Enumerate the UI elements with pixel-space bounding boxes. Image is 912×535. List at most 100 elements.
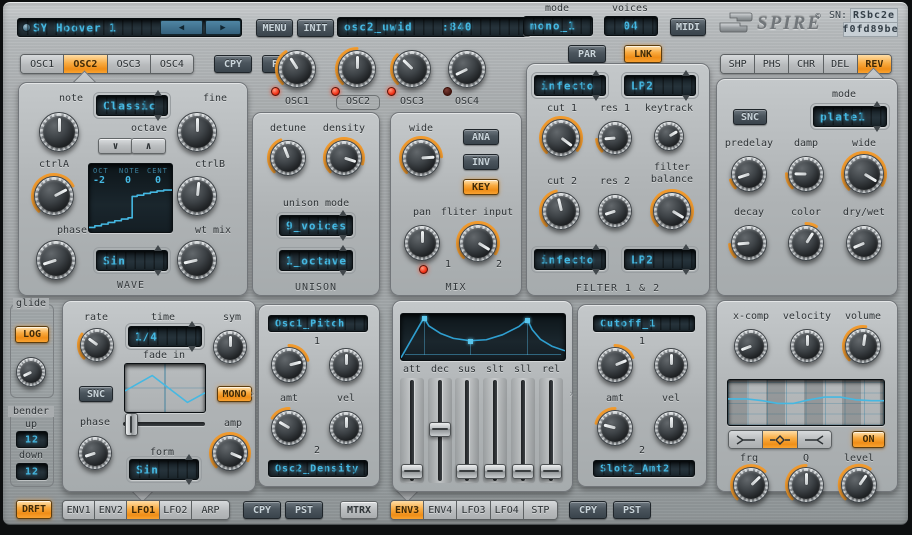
q-knob[interactable] — [784, 463, 828, 507]
slot2-amt2-knob[interactable] — [593, 406, 637, 450]
slot2-dest2-display[interactable]: Slot2_Amt2 — [593, 460, 695, 477]
fine-knob[interactable] — [173, 108, 221, 156]
drift-button[interactable]: DRFT — [16, 500, 52, 519]
mixer-osc1-knob[interactable] — [274, 46, 320, 92]
drywet-knob[interactable] — [842, 221, 886, 265]
tab-arp[interactable]: ARP — [191, 501, 229, 519]
slot1-vel1-knob[interactable] — [325, 344, 367, 386]
lfo-form-up-icon[interactable] — [185, 450, 193, 460]
filter2-type-up-icon[interactable] — [592, 240, 600, 250]
decay-slider[interactable] — [428, 378, 452, 483]
cut2-knob[interactable] — [538, 188, 584, 234]
filter2-shape-down-icon[interactable] — [682, 269, 690, 279]
eq-on-button[interactable]: ON — [852, 431, 885, 448]
unison-octave-select[interactable]: 1_octave — [279, 250, 353, 271]
eq-highshelf-button[interactable] — [797, 431, 831, 448]
tab-env4[interactable]: ENV4 — [423, 501, 456, 519]
filter1-type-up-icon[interactable] — [592, 66, 600, 76]
tab-env1[interactable]: ENV1 — [63, 501, 94, 519]
filter2-shape-up-icon[interactable] — [682, 240, 690, 250]
filter2-shape-select[interactable]: LP2 — [624, 249, 696, 270]
xcomp-knob[interactable] — [730, 325, 772, 367]
lfo-amp-knob[interactable] — [208, 431, 252, 475]
slot1-dest1-display[interactable]: Osc1_Pitch — [268, 315, 368, 332]
reverb-mode-select[interactable]: plate1 — [813, 106, 887, 127]
menu-button[interactable]: MENU — [256, 19, 293, 37]
octave-up-button[interactable]: ∧ — [131, 138, 166, 154]
subwave-up-icon[interactable] — [154, 241, 162, 251]
slot2-vel2-knob[interactable] — [650, 407, 692, 449]
preset-next-button[interactable]: ▶ — [205, 20, 241, 35]
filter2-type-down-icon[interactable] — [592, 269, 600, 279]
velocity-knob[interactable] — [786, 325, 828, 367]
filter-link-button[interactable]: LNK — [624, 45, 662, 63]
wtmix-knob[interactable] — [173, 236, 221, 284]
res1-knob[interactable] — [594, 117, 636, 159]
init-button[interactable]: INIT — [297, 19, 334, 37]
mod-paste-button-a[interactable]: PST — [285, 501, 323, 519]
subwave-down-icon[interactable] — [154, 270, 162, 280]
tab-lfo2[interactable]: LFO2 — [159, 501, 191, 519]
midi-button[interactable]: MIDI — [670, 18, 706, 36]
ctrla-knob[interactable] — [30, 172, 78, 220]
invert-button[interactable]: INV — [463, 154, 499, 170]
mod-copy-button-a[interactable]: CPY — [243, 501, 281, 519]
glide-log-button[interactable]: LOG — [15, 326, 49, 343]
mod-copy-button-b[interactable]: CPY — [569, 501, 607, 519]
unison-voices-up-icon[interactable] — [339, 206, 347, 216]
osc-wave-select[interactable]: Classic — [96, 95, 168, 116]
volume-knob[interactable] — [841, 324, 885, 368]
note-knob[interactable] — [35, 108, 83, 156]
slot1-vel2-knob[interactable] — [325, 407, 367, 449]
preset-prev-button[interactable]: ◀ — [160, 20, 203, 35]
slot1-amt2-knob[interactable] — [267, 406, 311, 450]
lfo-rate-knob[interactable] — [76, 324, 118, 366]
filter-parallel-button[interactable]: PAR — [568, 45, 606, 63]
analog-button[interactable]: ANA — [463, 129, 499, 145]
decay-knob[interactable] — [727, 221, 771, 265]
osc-copy-button[interactable]: CPY — [214, 55, 252, 73]
eq-peak-button[interactable] — [762, 431, 796, 448]
keytrack-knob[interactable] — [650, 117, 688, 155]
lfo-sync-button[interactable]: SNC — [79, 386, 113, 402]
mixer-osc2-knob[interactable] — [334, 46, 380, 92]
slot2-dest1-display[interactable]: Cutoff_1 — [593, 315, 695, 332]
glide-knob[interactable] — [12, 353, 50, 391]
voices-display[interactable]: 04 — [604, 16, 658, 36]
slot2-vel1-knob[interactable] — [650, 344, 692, 386]
sustain-slider[interactable] — [455, 378, 479, 483]
slope-level-slider[interactable] — [511, 378, 535, 483]
unison-octave-up-icon[interactable] — [339, 241, 347, 251]
predelay-knob[interactable] — [727, 152, 771, 196]
lfo-mono-button[interactable]: MONO — [217, 386, 252, 402]
lfo-sym-knob[interactable] — [209, 326, 251, 368]
reverb-sync-button[interactable]: SNC — [733, 109, 767, 125]
level-knob[interactable] — [837, 463, 881, 507]
tab-env2[interactable]: ENV2 — [94, 501, 126, 519]
osc-phase-knob[interactable] — [32, 236, 80, 284]
cut1-knob[interactable] — [538, 115, 584, 161]
tab-delay[interactable]: DEL — [823, 55, 857, 73]
octave-down-button[interactable]: ∨ — [98, 138, 133, 154]
osc-subwave-select[interactable]: Sin — [96, 250, 168, 271]
tab-osc4[interactable]: OSC4 — [150, 55, 193, 73]
tab-phaser[interactable]: PHS — [754, 55, 788, 73]
eq-lowshelf-button[interactable] — [729, 431, 762, 448]
damp-knob[interactable] — [784, 152, 828, 196]
release-slider[interactable] — [539, 378, 563, 483]
lfo-time-up-icon[interactable] — [188, 317, 196, 327]
tab-chorus[interactable]: CHR — [788, 55, 822, 73]
mixer-osc3-knob[interactable] — [389, 46, 435, 92]
ctrlb-knob[interactable] — [173, 172, 221, 220]
reverb-mode-up-icon[interactable] — [873, 97, 881, 107]
lfo-fade-slider[interactable] — [123, 413, 205, 434]
lfo-phase-knob[interactable] — [74, 432, 116, 474]
slope-time-slider[interactable] — [483, 378, 507, 483]
lfo-form-select[interactable]: Sin — [129, 459, 199, 480]
filter1-shape-up-icon[interactable] — [682, 66, 690, 76]
reverb-mode-down-icon[interactable] — [873, 126, 881, 136]
wave-up-icon[interactable] — [154, 86, 162, 96]
mode-display[interactable]: mono_1 — [523, 16, 593, 36]
wide-knob[interactable] — [398, 135, 444, 181]
rev-wide-knob[interactable] — [840, 150, 888, 198]
